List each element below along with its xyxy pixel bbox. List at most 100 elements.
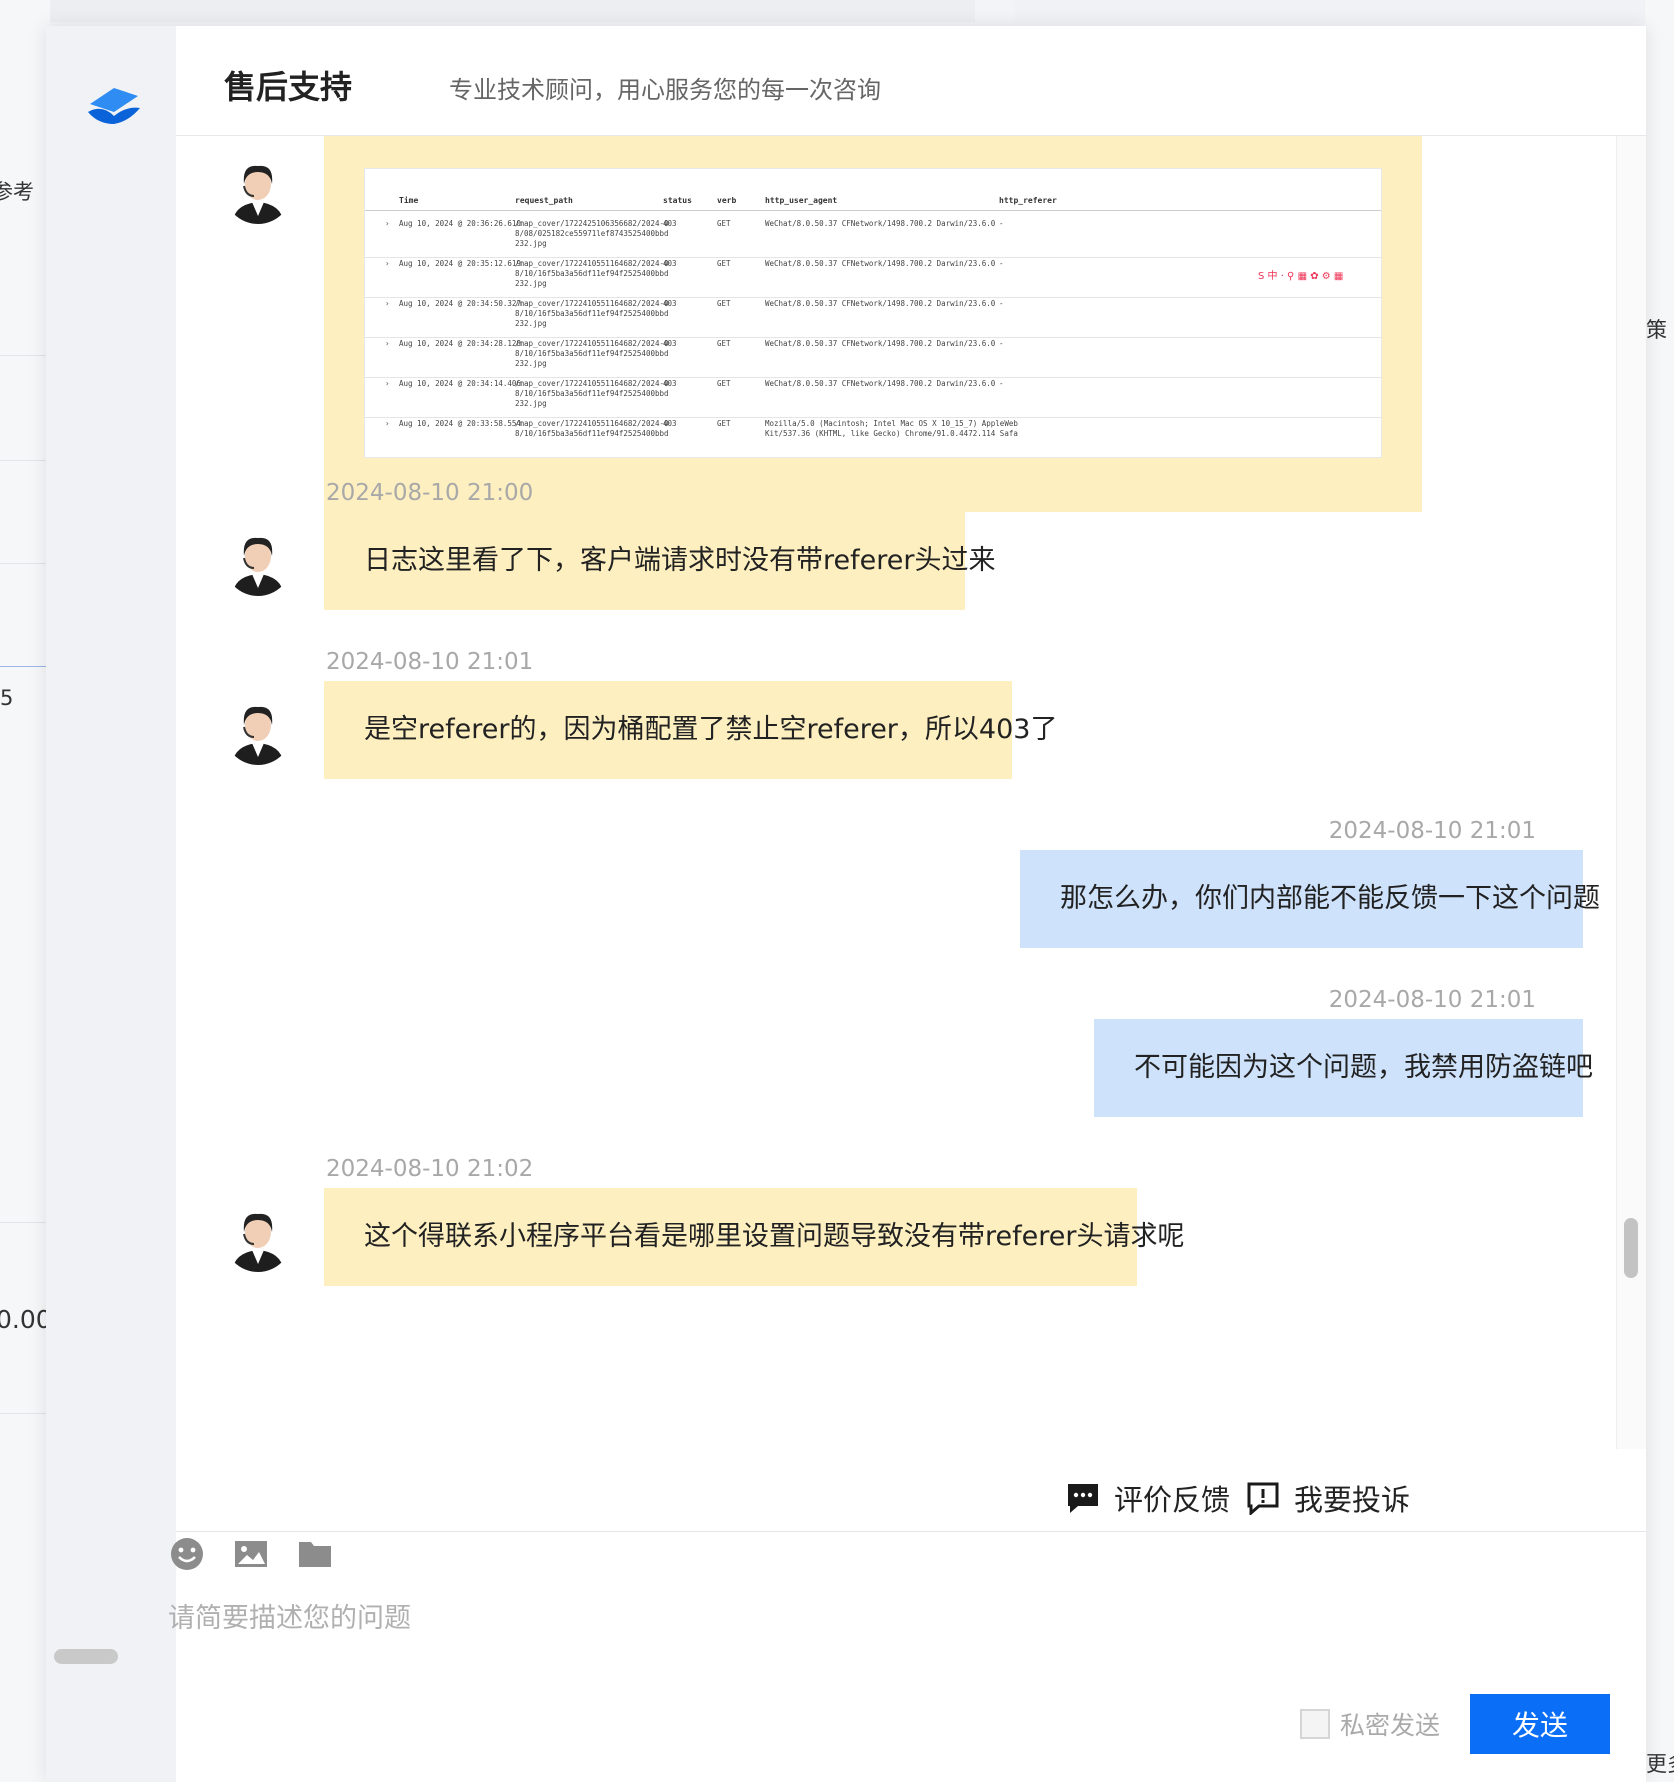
log-table-row[interactable]: › Aug 10, 2024 @ 20:34:28.128/map_cover/1… bbox=[365, 333, 1381, 378]
feedback-label: 评价反馈 bbox=[1114, 1483, 1231, 1517]
agent-avatar bbox=[224, 1204, 292, 1272]
log-col-header: http_referer bbox=[999, 196, 1057, 205]
agent-message[interactable]: 是空referer的，因为桶配置了禁止空referer，所以403了 bbox=[324, 681, 1057, 779]
log-table-cell: 403 bbox=[663, 259, 677, 268]
horizontal-scrollbar[interactable] bbox=[54, 1649, 118, 1664]
agent-message[interactable]: 日志这里看了下，客户端请求时没有带referer头过来 bbox=[324, 512, 995, 610]
log-table-cell: WeChat/8.0.50.37 CFNetwork/1498.700.2 Da… bbox=[765, 379, 996, 388]
log-table-cell: Aug 10, 2024 @ 20:36:26.610 bbox=[399, 219, 521, 228]
log-screenshot[interactable]: Time request_path status verb http_user_… bbox=[364, 168, 1382, 458]
private-send-label: 私密发送 bbox=[1340, 1711, 1441, 1740]
log-table-cell: - bbox=[999, 219, 1004, 228]
message-list[interactable]: Time request_path status verb http_user_… bbox=[176, 136, 1616, 1449]
vertical-scrollbar-thumb[interactable] bbox=[1624, 1218, 1638, 1278]
log-table-cell: /map_cover/1722410551164682/2024-0 8/10/… bbox=[515, 379, 669, 408]
log-table-row[interactable]: › Aug 10, 2024 @ 20:33:58.554/map_cover/1… bbox=[365, 413, 1381, 457]
log-table-header: Time request_path status verb http_user_… bbox=[365, 191, 1381, 211]
log-table-cell: - bbox=[999, 259, 1004, 268]
expand-row-icon[interactable]: › bbox=[385, 339, 390, 349]
log-table-row[interactable]: › Aug 10, 2024 @ 20:34:50.327/map_cover/1… bbox=[365, 293, 1381, 338]
log-table-cell: WeChat/8.0.50.37 CFNetwork/1498.700.2 Da… bbox=[765, 259, 996, 268]
message-timestamp: 2024-08-10 21:01 bbox=[1328, 818, 1536, 844]
log-col-header: Time bbox=[399, 196, 419, 205]
log-table-cell: - bbox=[999, 379, 1004, 388]
background-divider bbox=[0, 1222, 46, 1223]
log-table-cell: GET bbox=[717, 339, 731, 348]
emoji-icon[interactable] bbox=[168, 1535, 206, 1573]
log-table-cell: 403 bbox=[663, 419, 677, 428]
log-table-cell: Aug 10, 2024 @ 20:35:12.619 bbox=[399, 259, 521, 268]
log-table-cell: GET bbox=[717, 219, 731, 228]
background-text: 参考 bbox=[0, 180, 34, 204]
expand-row-icon[interactable]: › bbox=[385, 419, 390, 429]
cloud-logo-icon bbox=[88, 88, 140, 124]
log-table-cell: - bbox=[999, 419, 1004, 428]
message-input[interactable] bbox=[168, 1596, 1538, 1686]
log-table-cell: 403 bbox=[663, 219, 677, 228]
private-send-toggle[interactable]: 私密发送 bbox=[1300, 1706, 1440, 1742]
background-topbar-right bbox=[1015, 0, 1674, 22]
log-table-cell: /map_cover/1722410551164682/2024-0 8/10/… bbox=[515, 299, 669, 328]
folder-icon[interactable] bbox=[296, 1535, 334, 1573]
log-table-cell: /map_cover/1722410551164682/2024-0 8/10/… bbox=[515, 339, 669, 368]
expand-row-icon[interactable]: › bbox=[385, 379, 390, 389]
send-button[interactable]: 发送 bbox=[1470, 1694, 1610, 1754]
expand-row-icon[interactable]: › bbox=[385, 219, 390, 229]
background-divider bbox=[0, 460, 46, 461]
image-message[interactable]: Time request_path status verb http_user_… bbox=[324, 136, 1422, 512]
dialog-sidebar bbox=[46, 26, 176, 1782]
log-table-cell: GET bbox=[717, 259, 731, 268]
log-col-header: http_user_agent bbox=[765, 196, 838, 205]
chat-feedback-icon bbox=[1068, 1484, 1098, 1513]
log-table-cell: /map_cover/1722410551164682/2024-0 8/10/… bbox=[515, 259, 669, 288]
log-col-header: status bbox=[663, 196, 692, 205]
user-message[interactable]: 不可能因为这个问题，我禁用防盗链吧 bbox=[1094, 1019, 1593, 1117]
complain-label: 我要投诉 bbox=[1294, 1483, 1411, 1517]
expand-row-icon[interactable]: › bbox=[385, 299, 390, 309]
background-right-panel bbox=[1645, 0, 1674, 1782]
agent-avatar bbox=[224, 156, 292, 224]
log-table-cell: 403 bbox=[663, 299, 677, 308]
log-table-cell: Mozilla/5.0 (Macintosh; Intel Mac OS X 1… bbox=[765, 419, 1018, 438]
feedback-button[interactable]: 评价反馈 bbox=[1066, 1477, 1230, 1519]
complain-button[interactable]: 我要投诉 bbox=[1246, 1477, 1410, 1519]
log-table-cell: Aug 10, 2024 @ 20:34:28.128 bbox=[399, 339, 521, 348]
log-table-cell: - bbox=[999, 339, 1004, 348]
log-table-row[interactable]: › Aug 10, 2024 @ 20:35:12.619/map_cover/1… bbox=[365, 253, 1381, 298]
ime-toolbar-icon: S 中 · ⚲ ▦ ✿ ⚙ ▦ bbox=[1258, 271, 1344, 282]
message-timestamp: 2024-08-10 21:01 bbox=[1328, 987, 1536, 1013]
background-left-panel bbox=[0, 0, 50, 1782]
log-col-header: verb bbox=[717, 196, 737, 205]
private-send-checkbox[interactable] bbox=[1300, 1709, 1330, 1739]
log-col-header: request_path bbox=[515, 196, 573, 205]
message-timestamp: 2024-08-10 21:00 bbox=[326, 480, 534, 506]
agent-avatar bbox=[224, 697, 292, 765]
background-text: 更多 bbox=[1646, 1752, 1674, 1776]
report-icon bbox=[1247, 1482, 1279, 1515]
log-table-cell: Aug 10, 2024 @ 20:34:14.406 bbox=[399, 379, 521, 388]
page-subtitle: 专业技术顾问，用心服务您的每一次咨询 bbox=[449, 76, 881, 104]
expand-row-icon[interactable]: › bbox=[385, 259, 390, 269]
user-message[interactable]: 那怎么办，你们内部能不能反馈一下这个问题 bbox=[1020, 850, 1600, 948]
message-timestamp: 2024-08-10 21:02 bbox=[326, 1156, 534, 1182]
log-table-row[interactable]: › Aug 10, 2024 @ 20:34:14.406/map_cover/1… bbox=[365, 373, 1381, 418]
background-divider bbox=[0, 563, 46, 564]
background-text: 策 bbox=[1646, 318, 1667, 342]
log-table-cell: 403 bbox=[663, 339, 677, 348]
background-text: 5 bbox=[0, 686, 14, 710]
log-table-cell: /map_cover/1722410551164682/2024-0 8/10/… bbox=[515, 419, 669, 438]
background-divider bbox=[0, 666, 46, 667]
support-chat-dialog: 售后支持 专业技术顾问，用心服务您的每一次咨询 Time request_pat… bbox=[46, 26, 1646, 1782]
page-title: 售后支持 bbox=[224, 68, 353, 106]
agent-avatar bbox=[224, 528, 292, 596]
image-upload-icon[interactable] bbox=[232, 1535, 270, 1573]
log-table-row[interactable]: › Aug 10, 2024 @ 20:36:26.610/map_cover/1… bbox=[365, 213, 1381, 258]
background-text: 0.00 bbox=[0, 1305, 52, 1334]
log-table-cell: WeChat/8.0.50.37 CFNetwork/1498.700.2 Da… bbox=[765, 299, 996, 308]
log-table-cell: GET bbox=[717, 419, 731, 428]
log-table-cell: WeChat/8.0.50.37 CFNetwork/1498.700.2 Da… bbox=[765, 219, 996, 228]
agent-message[interactable]: 这个得联系小程序平台看是哪里设置问题导致没有带referer头请求呢 bbox=[324, 1188, 1184, 1286]
message-timestamp: 2024-08-10 21:01 bbox=[326, 649, 534, 675]
dialog-header: 售后支持 专业技术顾问，用心服务您的每一次咨询 bbox=[176, 26, 1646, 136]
log-table-cell: 403 bbox=[663, 379, 677, 388]
